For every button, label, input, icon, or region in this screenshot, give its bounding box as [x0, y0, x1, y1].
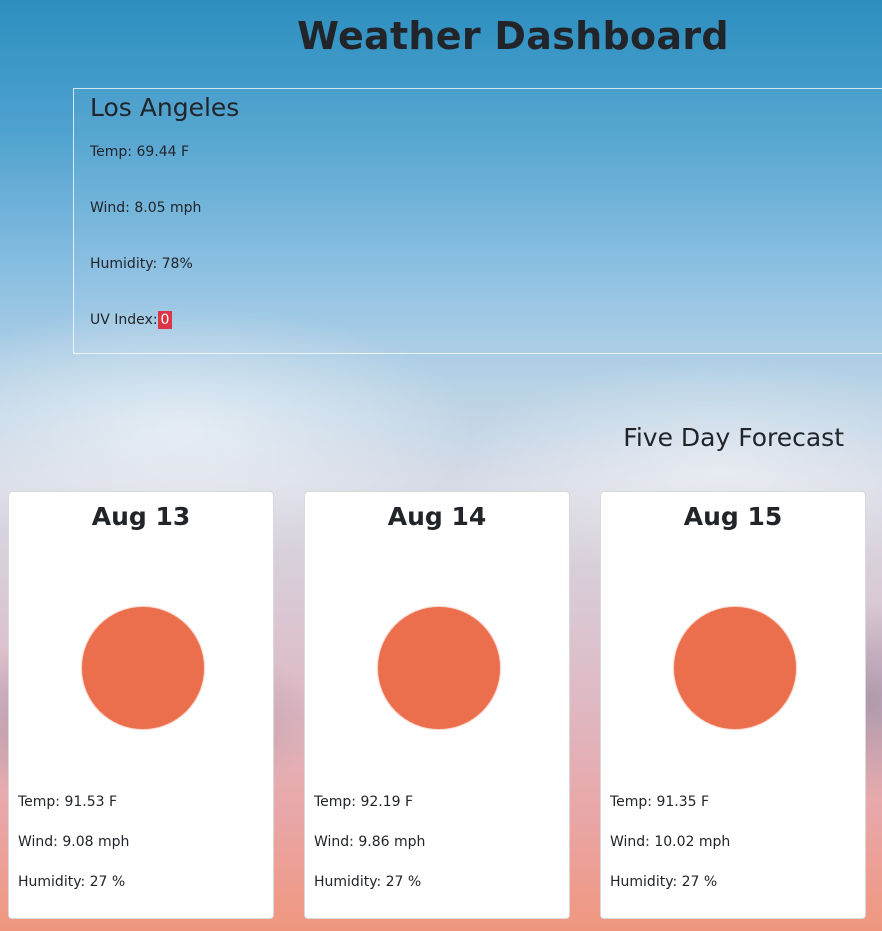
- forecast-card: Aug 13 Temp: 91.53 F Wind: 9.08 mph Humi…: [8, 491, 274, 919]
- current-uv-index: UV Index: 0: [90, 311, 173, 329]
- forecast-temp: Temp: 91.53 F: [18, 794, 118, 810]
- uv-index-badge: 0: [157, 311, 173, 329]
- current-humidity: Humidity: 78%: [90, 256, 193, 272]
- page-title: Weather Dashboard: [297, 14, 729, 58]
- sun-icon: [378, 607, 500, 729]
- forecast-date: Aug 15: [683, 502, 783, 531]
- forecast-wind: Wind: 9.08 mph: [18, 834, 130, 850]
- forecast-humidity: Humidity: 27 %: [18, 874, 126, 890]
- forecast-date: Aug 14: [387, 502, 487, 531]
- current-weather-panel: Los Angeles Temp: 69.44 F Wind: 8.05 mph…: [73, 88, 882, 354]
- forecast-card: Aug 14 Temp: 92.19 F Wind: 9.86 mph Humi…: [304, 491, 570, 919]
- forecast-wind: Wind: 9.86 mph: [314, 834, 426, 850]
- forecast-wind: Wind: 10.02 mph: [610, 834, 731, 850]
- sun-icon: [82, 607, 204, 729]
- forecast-card: Aug 15 Temp: 91.35 F Wind: 10.02 mph Hum…: [600, 491, 866, 919]
- forecast-heading: Five Day Forecast: [623, 423, 844, 452]
- current-temp: Temp: 69.44 F: [90, 144, 190, 160]
- forecast-humidity: Humidity: 27 %: [610, 874, 718, 890]
- forecast-date: Aug 13: [91, 502, 191, 531]
- forecast-temp: Temp: 91.35 F: [610, 794, 710, 810]
- city-name: Los Angeles: [90, 93, 240, 122]
- sun-icon: [674, 607, 796, 729]
- forecast-temp: Temp: 92.19 F: [314, 794, 414, 810]
- forecast-humidity: Humidity: 27 %: [314, 874, 422, 890]
- uv-index-label: UV Index:: [90, 312, 158, 328]
- current-wind: Wind: 8.05 mph: [90, 200, 202, 216]
